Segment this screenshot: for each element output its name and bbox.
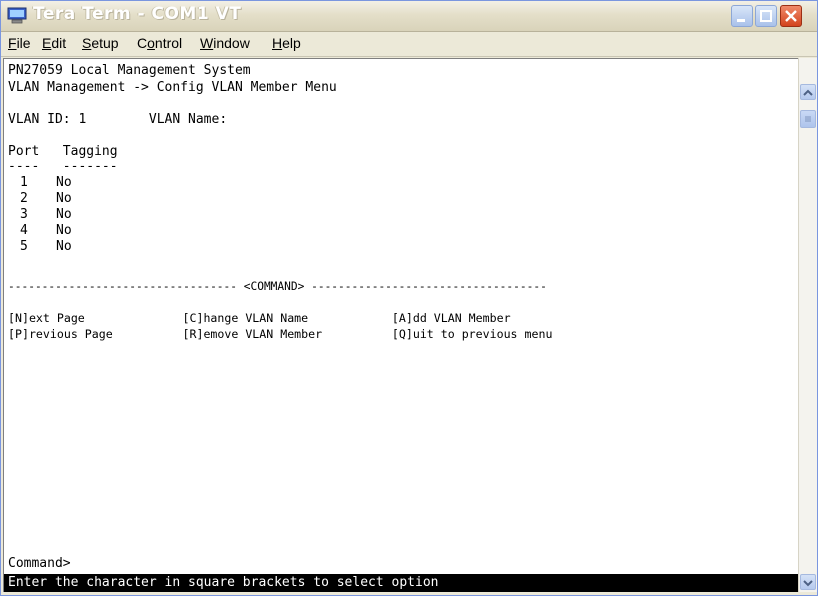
port-number: 1 xyxy=(20,175,28,190)
menu-window[interactable]: Window xyxy=(200,35,250,51)
command-divider: ---------------------------------- <COMM… xyxy=(8,280,547,293)
menu-bar: File Edit Setup Control Window Help xyxy=(1,32,817,57)
maximize-button[interactable] xyxy=(755,5,777,27)
maximize-icon xyxy=(760,10,772,22)
menu-window-accel: W xyxy=(200,35,214,51)
menu-control-pre: C xyxy=(137,35,148,51)
menu-setup[interactable]: Setup xyxy=(82,35,119,51)
scroll-down-button[interactable] xyxy=(800,574,816,590)
menu-help-label: elp xyxy=(282,35,301,51)
command-prompt: Command> xyxy=(8,556,71,571)
scroll-thumb[interactable] xyxy=(800,110,816,128)
menu-setup-label: etup xyxy=(91,35,119,51)
menu-file-accel: F xyxy=(8,35,17,51)
breadcrumb: VLAN Management -> Config VLAN Member Me… xyxy=(8,80,337,95)
window-title: Tera Term - COM1 VT xyxy=(33,4,242,24)
port-table-header: Port Tagging xyxy=(8,144,118,159)
arrow-up-icon xyxy=(803,89,813,96)
port-number: 2 xyxy=(20,191,28,206)
port-table-underline: ---- ------- xyxy=(8,159,118,174)
vlan-id-line: VLAN ID: 1 VLAN Name: xyxy=(8,112,228,127)
menu-control-label: ntrol xyxy=(154,35,183,51)
commands-row-2: [P]revious Page [R]emove VLAN Member [Q]… xyxy=(8,327,553,341)
port-number: 5 xyxy=(20,239,28,254)
tera-term-icon[interactable] xyxy=(7,7,27,24)
status-text: Enter the character in square brackets t… xyxy=(8,575,439,590)
menu-edit-label: dit xyxy=(51,35,67,51)
port-tagging: No xyxy=(56,207,72,222)
menu-edit[interactable]: Edit xyxy=(42,35,66,51)
vertical-scrollbar[interactable] xyxy=(798,58,817,592)
menu-file-label: ile xyxy=(16,35,31,51)
close-button[interactable] xyxy=(780,5,802,27)
menu-help[interactable]: Help xyxy=(272,35,301,51)
tera-term-window: Tera Term - COM1 VT File Edit Setup Cont… xyxy=(0,0,818,596)
grip-icon xyxy=(805,116,811,122)
menu-control-accel: o xyxy=(147,35,155,51)
status-line: Enter the character in square brackets t… xyxy=(4,574,798,592)
menu-file[interactable]: File xyxy=(8,35,31,51)
commands-row-1: [N]ext Page [C]hange VLAN Name [A]dd VLA… xyxy=(8,311,511,325)
port-tagging: No xyxy=(56,191,72,206)
port-number: 3 xyxy=(20,207,28,222)
terminal-screen[interactable]: PN27059 Local Management System VLAN Man… xyxy=(3,58,798,592)
system-title: PN27059 Local Management System xyxy=(8,63,251,78)
menu-edit-accel: E xyxy=(42,35,52,51)
close-icon xyxy=(785,10,797,22)
port-number: 4 xyxy=(20,223,28,238)
port-tagging: No xyxy=(56,239,72,254)
title-bar[interactable]: Tera Term - COM1 VT xyxy=(1,1,817,32)
port-tagging: No xyxy=(56,223,72,238)
scroll-up-button[interactable] xyxy=(800,84,816,100)
arrow-down-icon xyxy=(803,580,813,587)
minimize-button[interactable] xyxy=(731,5,753,27)
menu-setup-accel: S xyxy=(82,35,92,51)
menu-window-label: indow xyxy=(213,35,250,51)
port-tagging: No xyxy=(56,175,72,190)
minimize-icon xyxy=(737,19,745,22)
menu-control[interactable]: Control xyxy=(137,35,182,51)
menu-help-accel: H xyxy=(272,35,283,51)
